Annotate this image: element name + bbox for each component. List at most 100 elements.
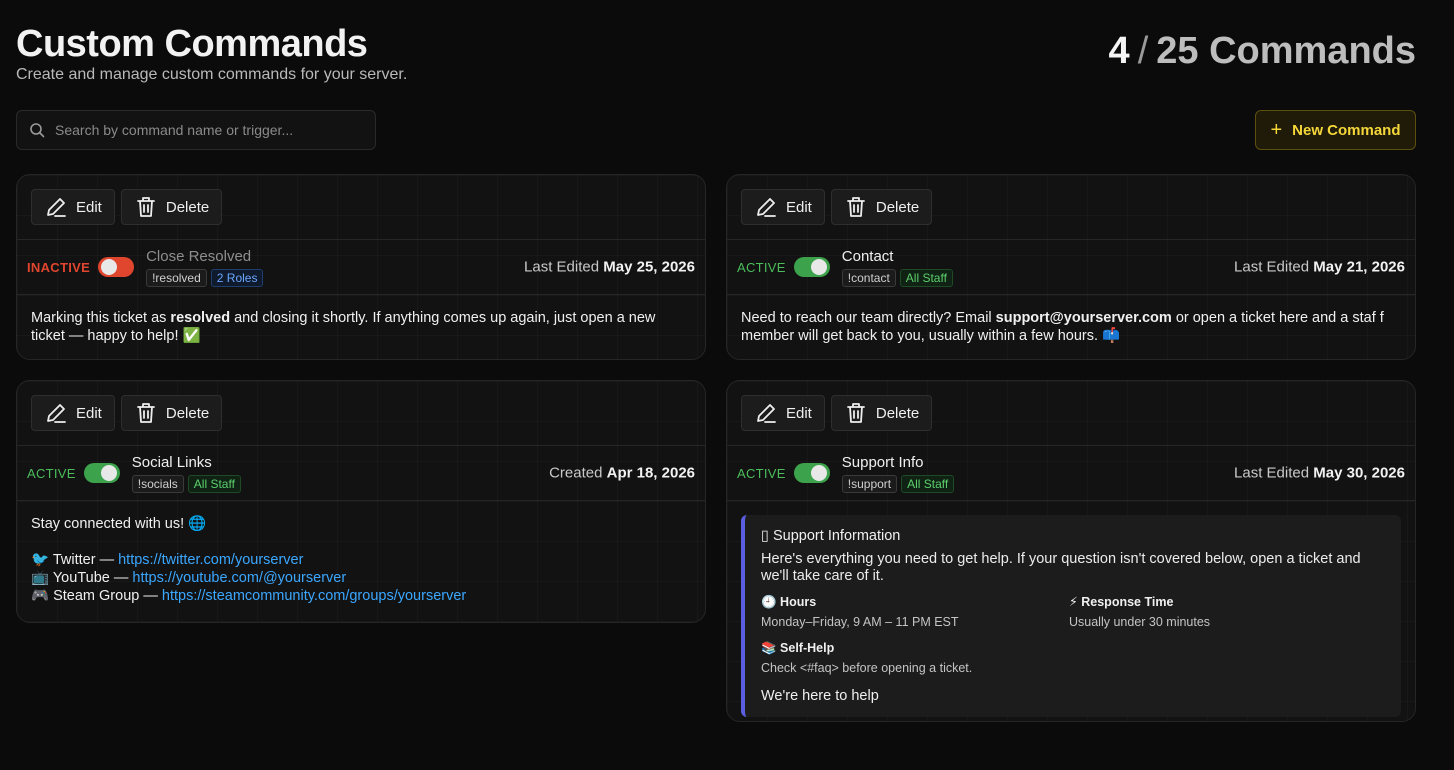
card-actions: Edit Delete	[727, 175, 1415, 240]
command-count-total: 25 Commands	[1156, 30, 1416, 72]
field-name: 🕘 Hours	[761, 595, 817, 609]
delete-label: Delete	[875, 404, 920, 422]
search-icon	[29, 122, 45, 138]
edit-label: Edit	[786, 404, 812, 422]
access-badge: All Staff	[187, 474, 241, 493]
twitter-link[interactable]: https://twitter.com/yourserver	[118, 552, 303, 568]
field-name: 📚 Self-Help	[761, 641, 835, 655]
status-label: INACTIVE	[27, 259, 91, 275]
gamepad-icon: 🎮	[31, 588, 50, 604]
response-text: Need to reach our team directly? Email	[741, 310, 996, 326]
field-name: ⚡ Response Time	[1069, 595, 1174, 609]
social-link-steam: 🎮 Steam Group — https://steamcommunity.c…	[31, 587, 691, 605]
date-info: Last Edited May 25, 2026	[524, 259, 695, 276]
field-value: Usually under 30 minutes	[1069, 615, 1211, 629]
link-label: Twitter —	[52, 552, 119, 568]
field-value: Check <#faq> before opening a ticket.	[761, 661, 973, 675]
response-bold: support@yourserver.com	[995, 310, 1172, 326]
edit-label: Edit	[76, 404, 102, 422]
pencil-icon	[44, 195, 68, 219]
access-badge: 2 Roles	[210, 268, 264, 287]
tv-icon: 📺	[31, 570, 50, 586]
steam-link[interactable]: https://steamcommunity.com/groups/yourse…	[162, 588, 466, 604]
edit-button[interactable]: Edit	[741, 395, 825, 431]
delete-button[interactable]: Delete	[120, 189, 223, 225]
trash-icon	[134, 195, 158, 219]
embed-field: 📚 Self-Help Check <#faq> before opening …	[761, 639, 1069, 677]
embed-footer: We're here to help	[761, 688, 879, 704]
page-header: Custom Commands Create and manage custom…	[16, 22, 407, 84]
card-meta: ACTIVE Contact !contact All Staff Last E…	[727, 240, 1415, 295]
card-actions: Edit Delete	[17, 381, 705, 446]
response-bold: resolved	[170, 310, 231, 326]
new-command-button[interactable]: + New Command	[1255, 110, 1416, 150]
social-link-twitter: 🐦 Twitter — https://twitter.com/yourserv…	[31, 551, 691, 569]
link-label: Steam Group —	[53, 588, 162, 604]
delete-button[interactable]: Delete	[120, 395, 223, 431]
social-link-youtube: 📺 YouTube — https://youtube.com/@yourser…	[31, 569, 691, 587]
delete-button[interactable]: Delete	[830, 395, 933, 431]
delete-label: Delete	[165, 198, 210, 216]
page-title: Custom Commands	[16, 23, 368, 65]
trigger-badge: !socials	[131, 474, 184, 493]
embed-field: 🕘 Hours Monday–Friday, 9 AM – 11 PM EST	[761, 593, 1069, 631]
access-badge: All Staff	[901, 474, 955, 493]
status-toggle[interactable]	[793, 257, 830, 277]
delete-label: Delete	[165, 404, 210, 422]
youtube-link[interactable]: https://youtube.com/@yourserver	[132, 570, 346, 586]
search-box[interactable]	[16, 110, 376, 150]
command-response: Stay connected with us! 🌐 🐦 Twitter — ht…	[17, 501, 705, 619]
status-toggle[interactable]	[83, 463, 120, 483]
card-actions: Edit Delete	[17, 175, 705, 240]
command-response: Marking this ticket as resolved and clos…	[17, 295, 705, 359]
card-meta: ACTIVE Support Info !support All Staff L…	[727, 446, 1415, 501]
edit-label: Edit	[786, 198, 812, 216]
trash-icon	[844, 195, 868, 219]
plus-icon: +	[1270, 119, 1283, 141]
search-input[interactable]	[55, 122, 355, 138]
command-name: Contact	[841, 247, 894, 265]
date-value: May 25, 2026	[603, 258, 695, 276]
embed-preview: ▯ Support Information Here's everything …	[741, 515, 1401, 717]
card-meta: ACTIVE Social Links !socials All Staff C…	[17, 446, 705, 501]
delete-button[interactable]: Delete	[830, 189, 933, 225]
trash-icon	[844, 401, 868, 425]
edit-label: Edit	[76, 198, 102, 216]
bird-icon: 🐦	[31, 552, 50, 568]
trigger-badge: !resolved	[146, 268, 207, 287]
date-info: Last Edited May 30, 2026	[1234, 465, 1405, 482]
embed-fields: 🕘 Hours Monday–Friday, 9 AM – 11 PM EST …	[761, 593, 1385, 677]
date-info: Created Apr 18, 2026	[549, 465, 695, 482]
command-count-current: 4	[1108, 30, 1130, 72]
edit-button[interactable]: Edit	[31, 395, 115, 431]
access-badge: All Staff	[899, 268, 953, 287]
trash-icon	[134, 401, 158, 425]
card-actions: Edit Delete	[727, 381, 1415, 446]
date-info: Last Edited May 21, 2026	[1234, 259, 1405, 276]
date-label: Last Edited	[524, 258, 600, 276]
trigger-badge: !support	[841, 474, 898, 493]
date-label: Last Edited	[1234, 464, 1310, 482]
response-text: Marking this ticket as	[31, 310, 171, 326]
command-card: Edit Delete ACTIVE Support Info !support…	[726, 380, 1416, 722]
date-label: Last Edited	[1234, 258, 1310, 276]
delete-label: Delete	[875, 198, 920, 216]
response-intro: Stay connected with us! 🌐	[31, 516, 207, 532]
status-toggle[interactable]	[793, 463, 830, 483]
edit-button[interactable]: Edit	[31, 189, 115, 225]
command-counter: 4/25 Commands	[1109, 30, 1416, 73]
command-card: Edit Delete INACTIVE Close Resolved !res…	[16, 174, 706, 360]
command-response: ▯ Support Information Here's everything …	[727, 501, 1415, 721]
command-count-separator: /	[1137, 30, 1149, 72]
card-meta: INACTIVE Close Resolved !resolved 2 Role…	[17, 240, 705, 295]
edit-button[interactable]: Edit	[741, 189, 825, 225]
date-value: May 30, 2026	[1313, 464, 1405, 482]
pencil-icon	[44, 401, 68, 425]
link-label: YouTube —	[52, 570, 133, 586]
command-name: Social Links	[131, 453, 212, 471]
status-toggle[interactable]	[98, 257, 135, 277]
status-label: ACTIVE	[737, 465, 786, 481]
status-label: ACTIVE	[737, 259, 786, 275]
embed-field: ⚡ Response Time Usually under 30 minutes	[1069, 593, 1369, 631]
date-value: Apr 18, 2026	[606, 464, 695, 482]
